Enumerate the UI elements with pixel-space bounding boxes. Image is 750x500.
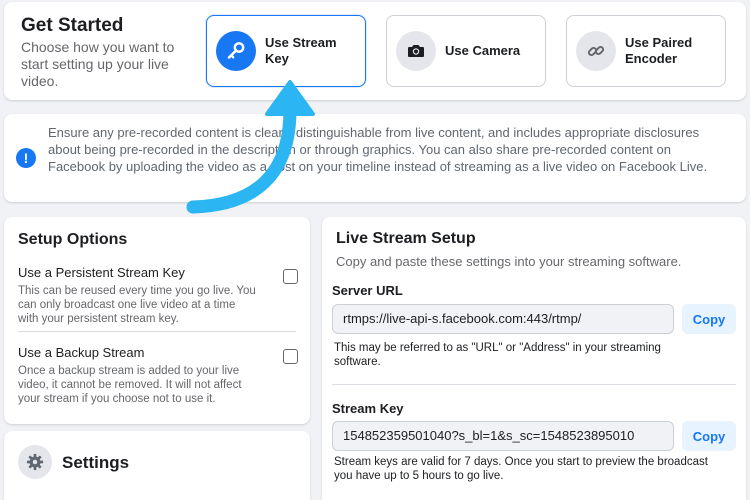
notice-text: Ensure any pre-recorded content is clear… [48, 125, 708, 174]
use-camera-button[interactable]: Use Camera [386, 15, 546, 87]
link-icon [576, 31, 616, 71]
settings-panel[interactable]: Settings [4, 431, 310, 500]
key-icon [216, 31, 256, 71]
setup-options-panel: Setup Options Use a Persistent Stream Ke… [4, 217, 310, 424]
pre-recorded-notice: ! Ensure any pre-recorded content is cle… [4, 114, 746, 202]
gear-icon [18, 445, 52, 479]
live-stream-setup-title: Live Stream Setup [336, 230, 476, 247]
live-stream-setup-subtitle: Copy and paste these settings into your … [336, 254, 682, 269]
stream-key-help: Stream keys are valid for 7 days. Once y… [334, 456, 708, 482]
camera-icon [396, 31, 436, 71]
use-stream-key-button[interactable]: Use Stream Key [206, 15, 366, 87]
setup-options-title: Setup Options [18, 231, 128, 248]
use-camera-label: Use Camera [445, 43, 521, 58]
settings-title: Settings [62, 453, 130, 472]
use-stream-key-label: Use Stream Key [265, 35, 337, 66]
live-stream-setup-panel: Live Stream Setup Copy and paste these s… [322, 217, 746, 500]
backup-stream-checkbox[interactable] [283, 349, 298, 364]
setup-divider [332, 384, 736, 385]
backup-stream-description: Once a backup stream is added to your li… [18, 365, 242, 405]
use-paired-encoder-button[interactable]: Use Paired Encoder [566, 15, 726, 87]
server-url-field[interactable]: rtmps://live-api-s.facebook.com:443/rtmp… [332, 304, 674, 334]
backup-stream-option: Use a Backup Stream Once a backup stream… [18, 345, 300, 406]
persistent-stream-key-checkbox[interactable] [283, 269, 298, 284]
get-started-panel: Get Started Choose how you want to start… [4, 2, 746, 100]
annotation-arrow [186, 80, 315, 214]
persistent-stream-key-option: Use a Persistent Stream Key This can be … [18, 265, 300, 326]
get-started-title: Get Started [21, 15, 124, 36]
copy-server-url-button[interactable]: Copy [682, 304, 736, 334]
stream-key-label: Stream Key [332, 401, 404, 416]
persistent-stream-key-description: This can be reused every time you go liv… [18, 285, 256, 325]
setup-options-divider [18, 331, 296, 332]
server-url-label: Server URL [332, 283, 403, 298]
server-url-help: This may be referred to as "URL" or "Add… [334, 342, 661, 368]
persistent-stream-key-title: Use a Persistent Stream Key [18, 265, 185, 280]
use-paired-encoder-label: Use Paired Encoder [625, 35, 693, 66]
copy-stream-key-button[interactable]: Copy [682, 421, 736, 451]
get-started-subtitle: Choose how you want to start setting up … [21, 39, 175, 89]
info-icon: ! [16, 148, 36, 168]
backup-stream-title: Use a Backup Stream [18, 345, 145, 360]
stream-key-field[interactable]: 154852359501040?s_bl=1&s_sc=154852389501… [332, 421, 674, 451]
